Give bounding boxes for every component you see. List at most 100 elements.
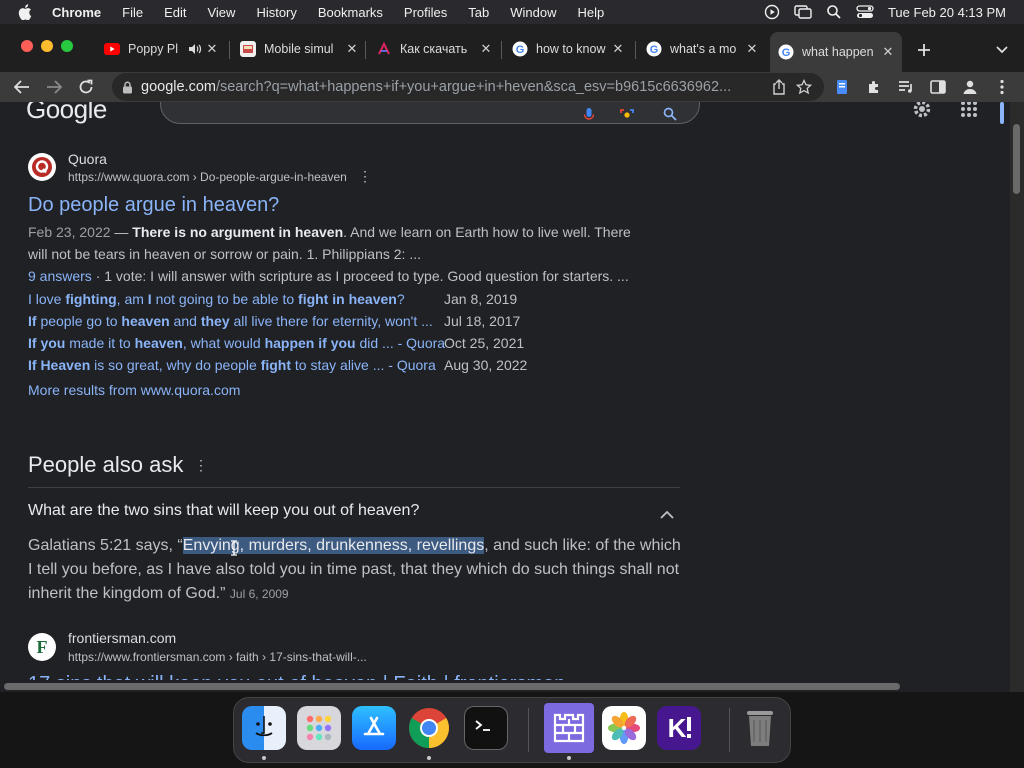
close-icon[interactable]: ✕ bbox=[744, 41, 760, 57]
url-path: /search?q=what+happens+if+you+argue+in+h… bbox=[215, 79, 732, 95]
tab-mobile-simul[interactable]: Mobile simul ✕ bbox=[232, 32, 366, 66]
tab-separator bbox=[365, 41, 366, 59]
result-site-url[interactable]: https://www.frontiersman.com › faith › 1… bbox=[68, 650, 367, 664]
extensions-puzzle-icon[interactable] bbox=[864, 77, 884, 97]
terminal-icon[interactable] bbox=[464, 706, 508, 750]
snippet-date: Feb 23, 2022 bbox=[28, 224, 111, 240]
snippet-bold: There is no argument in heaven bbox=[132, 224, 344, 240]
profile-avatar-icon[interactable] bbox=[960, 77, 980, 97]
menu-history[interactable]: History bbox=[256, 5, 296, 20]
menu-clock[interactable]: Tue Feb 20 4:13 PM bbox=[888, 5, 1006, 20]
photos-icon[interactable] bbox=[602, 706, 646, 750]
paa-options-icon[interactable]: ⋮ bbox=[194, 457, 208, 474]
play-icon[interactable] bbox=[764, 4, 780, 20]
menu-bookmarks[interactable]: Bookmarks bbox=[318, 5, 383, 20]
lens-camera-icon[interactable] bbox=[619, 108, 635, 127]
apple-icon[interactable] bbox=[18, 4, 34, 20]
svg-text:G: G bbox=[516, 44, 525, 56]
close-icon[interactable]: ✕ bbox=[880, 44, 896, 60]
close-icon[interactable]: ✕ bbox=[478, 41, 494, 57]
share-icon[interactable] bbox=[768, 79, 790, 95]
new-tab-plus-icon[interactable] bbox=[914, 40, 934, 60]
dock: K bbox=[233, 697, 791, 763]
wall-app-icon[interactable] bbox=[544, 703, 594, 753]
google-icon: G bbox=[512, 41, 528, 57]
kebab-menu-icon[interactable] bbox=[992, 77, 1012, 97]
minimize-window-button[interactable] bbox=[41, 40, 53, 52]
tab-kak-skachat[interactable]: Как скачать ✕ bbox=[368, 32, 500, 66]
tab-how-to-know[interactable]: G how to know ✕ bbox=[504, 32, 632, 66]
launchpad-icon[interactable] bbox=[297, 706, 341, 750]
spotlight-search-icon[interactable] bbox=[826, 4, 842, 20]
tab-search-chevron-down-icon[interactable] bbox=[992, 40, 1012, 60]
close-icon[interactable]: ✕ bbox=[204, 41, 220, 57]
close-icon[interactable]: ✕ bbox=[610, 41, 626, 57]
menu-view[interactable]: View bbox=[207, 5, 235, 20]
kahoot-icon[interactable]: K bbox=[657, 706, 701, 750]
lock-icon[interactable] bbox=[122, 81, 133, 94]
menu-profiles[interactable]: Profiles bbox=[404, 5, 447, 20]
result-site-name[interactable]: Quora bbox=[68, 151, 107, 167]
related-link[interactable]: If people go to heaven and they all live… bbox=[28, 313, 444, 335]
menu-help[interactable]: Help bbox=[578, 5, 605, 20]
chevron-up-icon[interactable] bbox=[660, 506, 674, 524]
list-item[interactable]: If people go to heaven and they all live… bbox=[28, 313, 527, 335]
horizontal-scrollbar[interactable] bbox=[0, 680, 1010, 692]
speaker-icon[interactable] bbox=[188, 43, 204, 55]
search-box[interactable] bbox=[160, 102, 700, 124]
side-panel-icon[interactable] bbox=[928, 77, 948, 97]
running-indicator bbox=[262, 756, 266, 760]
result-site-url[interactable]: https://www.quora.com › Do-people-argue-… bbox=[68, 170, 347, 184]
related-link[interactable]: If Heaven is so great, why do people fig… bbox=[28, 357, 444, 379]
youtube-icon bbox=[104, 41, 120, 57]
extension-doc-icon[interactable] bbox=[832, 77, 852, 97]
menu-app-name[interactable]: Chrome bbox=[52, 5, 101, 20]
trash-icon[interactable] bbox=[738, 706, 782, 750]
tab-whats-a-mo[interactable]: G what's a mo ✕ bbox=[638, 32, 766, 66]
list-item[interactable]: If you made it to heaven, what would hap… bbox=[28, 335, 527, 357]
media-queue-icon[interactable] bbox=[896, 77, 916, 97]
tab-label: Mobile simul bbox=[264, 42, 334, 56]
tab-poppy[interactable]: Poppy Pl ✕ bbox=[96, 32, 226, 66]
quora-favicon bbox=[28, 153, 56, 181]
screen-mirror-icon[interactable] bbox=[794, 4, 812, 20]
running-indicator bbox=[567, 756, 571, 760]
tab-what-happen-active[interactable]: G what happen ✕ bbox=[770, 32, 902, 72]
vertical-scrollbar[interactable] bbox=[1010, 102, 1024, 692]
settings-gear-icon[interactable] bbox=[912, 102, 932, 124]
google-apps-grid-icon[interactable] bbox=[960, 102, 978, 123]
list-item[interactable]: I love fighting, am I not going to be ab… bbox=[28, 291, 527, 313]
list-item[interactable]: If Heaven is so great, why do people fig… bbox=[28, 357, 527, 379]
google-logo[interactable]: Google bbox=[26, 102, 107, 125]
result-site-name[interactable]: frontiersman.com bbox=[68, 630, 176, 646]
scrollbar-thumb[interactable] bbox=[4, 683, 900, 690]
app-store-icon[interactable] bbox=[352, 706, 396, 750]
more-results-link[interactable]: More results from www.quora.com bbox=[28, 382, 240, 398]
chrome-icon[interactable] bbox=[407, 706, 451, 750]
scrollbar-thumb[interactable] bbox=[1013, 124, 1020, 194]
tab-separator bbox=[501, 41, 502, 59]
close-icon[interactable]: ✕ bbox=[344, 41, 360, 57]
bookmark-star-icon[interactable] bbox=[790, 79, 818, 95]
close-window-button[interactable] bbox=[21, 40, 33, 52]
address-bar[interactable]: google.com/search?q=what+happens+if+you+… bbox=[112, 73, 824, 101]
related-link[interactable]: If you made it to heaven, what would hap… bbox=[28, 335, 445, 357]
menu-tab[interactable]: Tab bbox=[468, 5, 489, 20]
reload-icon[interactable] bbox=[76, 77, 96, 97]
menu-window[interactable]: Window bbox=[510, 5, 556, 20]
forward-arrow-icon[interactable] bbox=[44, 77, 64, 97]
microphone-icon[interactable] bbox=[583, 108, 595, 127]
related-link[interactable]: I love fighting, am I not going to be ab… bbox=[28, 291, 444, 313]
back-arrow-icon[interactable] bbox=[12, 77, 32, 97]
google-icon: G bbox=[778, 44, 794, 60]
answers-link[interactable]: 9 answers bbox=[28, 268, 92, 284]
menu-edit[interactable]: Edit bbox=[164, 5, 186, 20]
result-options-icon[interactable]: ⋮ bbox=[358, 168, 372, 185]
finder-icon[interactable] bbox=[242, 706, 286, 750]
zoom-window-button[interactable] bbox=[61, 40, 73, 52]
search-icon[interactable] bbox=[663, 107, 677, 126]
menu-file[interactable]: File bbox=[122, 5, 143, 20]
result-title-link[interactable]: Do people argue in heaven? bbox=[28, 194, 279, 217]
paa-question[interactable]: What are the two sins that will keep you… bbox=[28, 502, 419, 520]
control-center-icon[interactable] bbox=[856, 4, 874, 20]
